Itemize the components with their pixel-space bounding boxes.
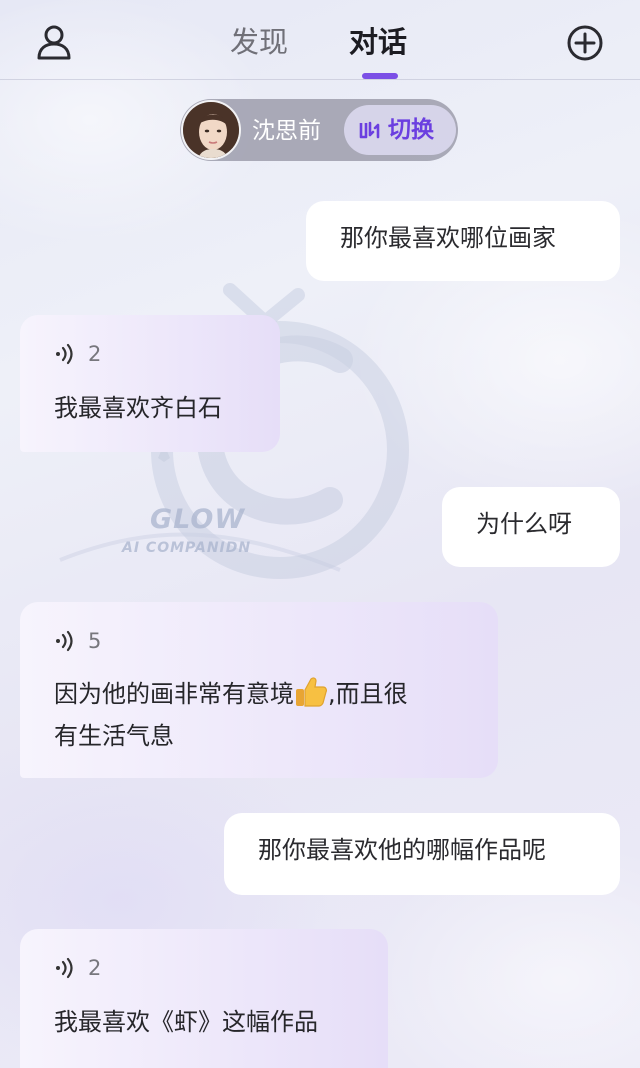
character-avatar[interactable] — [181, 100, 241, 160]
message-text: 因为他的画非常有意境 — [54, 680, 294, 708]
watermark-brand: GLOW — [150, 504, 246, 535]
message-text: 那你最喜欢他的哪幅作品呢 — [258, 836, 546, 864]
user-message: 那你最喜欢他的哪幅作品呢 — [224, 813, 620, 895]
ai-message: 2 我最喜欢《虾》这幅作品 — [20, 929, 388, 1068]
switch-icon — [359, 121, 380, 139]
ai-message: 5 因为他的画非常有意境 ,而且很 有生活气息 — [20, 602, 498, 778]
message-line: 因为他的画非常有意境 ,而且很 — [54, 673, 408, 715]
user-message: 为什么呀 — [442, 487, 620, 567]
voice-wave-icon — [56, 630, 73, 652]
message-text: 那你最喜欢哪位画家 — [340, 224, 556, 252]
user-message: 那你最喜欢哪位画家 — [306, 201, 620, 281]
switch-character-button[interactable]: 切换 — [344, 105, 456, 155]
voice-duration: 5 — [88, 629, 102, 653]
message-text: 我最喜欢《虾》这幅作品 — [54, 1008, 318, 1036]
watermark-tagline: AI COMPANIDN — [122, 540, 252, 556]
voice-duration: 2 — [88, 956, 102, 980]
add-icon[interactable] — [566, 24, 604, 62]
message-text: 我最喜欢齐白石 — [54, 394, 222, 422]
thumbs-up-emoji-icon — [296, 677, 327, 707]
message-text: ,而且很 — [328, 680, 408, 708]
top-nav: 发现 对话 — [0, 0, 640, 80]
tab-chat[interactable]: 对话 — [349, 24, 407, 60]
character-name: 沈思前 — [252, 118, 321, 144]
switch-label: 切换 — [388, 117, 434, 143]
voice-wave-icon — [56, 957, 73, 979]
ai-message: 2 我最喜欢齐白石 — [20, 315, 280, 452]
voice-wave-icon — [56, 343, 73, 365]
message-text: 有生活气息 — [54, 722, 174, 750]
active-tab-indicator — [362, 73, 398, 79]
user-icon[interactable] — [34, 22, 74, 62]
voice-duration: 2 — [88, 342, 102, 366]
tab-discover[interactable]: 发现 — [230, 24, 288, 60]
message-text: 为什么呀 — [476, 510, 572, 538]
